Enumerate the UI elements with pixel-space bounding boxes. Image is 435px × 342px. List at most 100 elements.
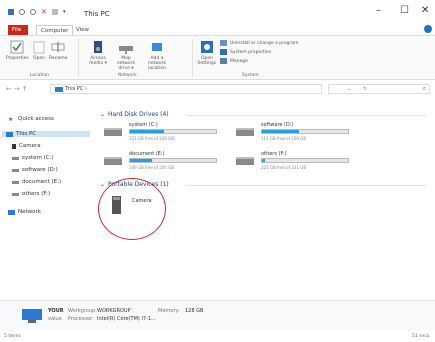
undo-icon[interactable] (19, 9, 25, 15)
drive-item[interactable]: others (F:) 225 GB free of 231 GB (236, 151, 352, 173)
tab-file[interactable]: File (8, 25, 28, 35)
up-arrow-icon[interactable]: ↑ (22, 85, 30, 93)
delete-icon[interactable]: ✕ (41, 9, 47, 16)
portable-devices-heading-label: Portable Devices (1) (108, 181, 169, 188)
drive-free-space: 149 GB free of 200 GB (129, 165, 175, 170)
drive-item[interactable]: system (C:) 121 GB free of 200 GB (104, 122, 220, 144)
redo-icon[interactable] (30, 9, 36, 15)
close-button[interactable]: ✕ (421, 6, 429, 16)
drive-usage-fill (130, 130, 165, 133)
hard-disk-heading[interactable]: ⌄ Hard Disk Drives (4) (100, 111, 169, 118)
sidebar-item-this-pc[interactable]: This PC (2, 131, 90, 137)
camera-icon (112, 196, 121, 214)
device-name: Camera (132, 198, 152, 204)
section-divider (186, 115, 426, 116)
sidebar-item-document[interactable]: document (E:) (12, 179, 61, 185)
maximize-button[interactable]: ☐ (400, 6, 409, 16)
manage-label: Manage (230, 58, 248, 64)
drive-free-space: 114 GB free of 200 GB (261, 136, 307, 141)
drive-usage-bar (129, 129, 217, 134)
map-drive-label: Map network drive ▾ (116, 56, 136, 71)
drive-usage-bar (261, 158, 349, 163)
manage-button[interactable]: Manage (220, 58, 248, 64)
rename-label: Rename (49, 56, 68, 61)
sidebar-item-quick-access[interactable]: ★ Quick access (8, 116, 54, 122)
network-icon (8, 209, 15, 215)
search-input[interactable]: ⌕ (328, 84, 430, 94)
workgroup-value: WORKGROUP (97, 308, 131, 314)
drive-usage-fill (130, 159, 153, 162)
forward-arrow-icon[interactable]: → (14, 85, 22, 93)
network-location-icon (152, 43, 162, 51)
rename-button[interactable]: Rename (49, 40, 67, 61)
hard-disk-heading-label: Hard Disk Drives (4) (108, 111, 169, 118)
computer-icon (6, 131, 13, 137)
system-properties-button[interactable]: System properties (220, 49, 271, 55)
sidebar-item-others[interactable]: others (F:) (12, 191, 50, 197)
portable-devices-heading[interactable]: ⌄ Portable Devices (1) (100, 181, 169, 188)
ribbon-separator (78, 39, 79, 77)
drive-item[interactable]: document (E:) 149 GB free of 200 GB (104, 151, 220, 173)
camera-icon (12, 143, 16, 149)
tab-computer[interactable]: Computer (36, 25, 74, 35)
memory-label: Memory: (158, 308, 180, 314)
open-label: Open (32, 56, 46, 61)
properties-button[interactable]: Properties (6, 40, 29, 61)
device-item-camera[interactable]: Camera (108, 190, 168, 222)
map-drive-button[interactable]: Map network drive ▾ (113, 40, 139, 71)
hard-drive-icon (104, 128, 122, 136)
hard-drive-icon (236, 157, 254, 165)
address-path: This PC › (65, 86, 87, 92)
minimize-button[interactable]: – (376, 6, 381, 16)
drive-icon (12, 156, 19, 160)
add-network-location-button[interactable]: Add a network location (143, 40, 171, 71)
computer-icon (22, 309, 42, 323)
drive-name: others (F:) (261, 151, 287, 157)
access-media-button[interactable]: Access media ▾ (86, 40, 110, 66)
gear-icon (201, 41, 213, 53)
uninstall-label: Uninstall or change a program (230, 40, 299, 46)
quick-access-toolbar: ✕ ▾ (8, 9, 69, 16)
drive-name: system (C:) (129, 122, 158, 128)
drive-free-space: 121 GB free of 200 GB (129, 136, 175, 141)
domain-label: value (48, 316, 62, 322)
uninstall-program-button[interactable]: Uninstall or change a program (220, 40, 298, 46)
dropdown-icon[interactable]: ▾ (63, 9, 69, 15)
workgroup-label: Workgroup: (68, 308, 97, 314)
drive-item[interactable]: software (D:) 114 GB free of 200 GB (236, 122, 352, 144)
back-arrow-icon[interactable]: ← (6, 85, 14, 93)
open-button[interactable]: Open (32, 40, 46, 61)
tab-view[interactable]: View (72, 25, 93, 35)
sidebar-item-network[interactable]: Network (8, 209, 41, 215)
sidebar-item-label: others (F:) (22, 191, 51, 197)
checkmark-icon[interactable] (52, 9, 58, 15)
processor-value: Intel(R) Core(TM) i7-1... (97, 316, 156, 322)
sidebar-item-camera[interactable]: Camera (12, 143, 41, 149)
group-label-network: Network (118, 73, 137, 78)
drive-usage-fill (262, 130, 299, 133)
drive-icon (12, 192, 19, 196)
open-settings-button[interactable]: Open Settings (197, 40, 217, 66)
processor-label: Processor: (68, 316, 94, 322)
computer-name: YOUR (48, 308, 64, 314)
system-properties-icon (220, 49, 227, 55)
details-pane: YOUR Workgroup: WORKGROUP Memory: 128 GB… (0, 300, 435, 330)
properties-icon[interactable] (8, 9, 14, 15)
add-network-location-label: Add a network location (147, 56, 167, 71)
sidebar-item-system[interactable]: system (C:) (12, 155, 54, 161)
address-bar[interactable]: This PC › ⌄ ↻ (50, 84, 367, 94)
drive-icon (12, 168, 19, 172)
chevron-down-icon: ⌄ (100, 181, 106, 188)
sidebar-item-software[interactable]: software (D:) (12, 167, 58, 173)
ribbon-separator (192, 39, 193, 77)
memory-value: 128 GB (185, 308, 204, 314)
sidebar-item-label: Network (18, 209, 41, 215)
open-icon (33, 41, 45, 54)
computer-icon (55, 87, 63, 92)
navigation-pane: ★ Quick access This PC Camera system (C:… (0, 98, 92, 298)
map-drive-icon (119, 46, 133, 54)
drive-usage-bar (261, 129, 349, 134)
sidebar-item-label: document (E:) (22, 179, 62, 185)
status-right-text: 51 seco (412, 334, 430, 339)
sidebar-item-label: Camera (19, 143, 41, 149)
